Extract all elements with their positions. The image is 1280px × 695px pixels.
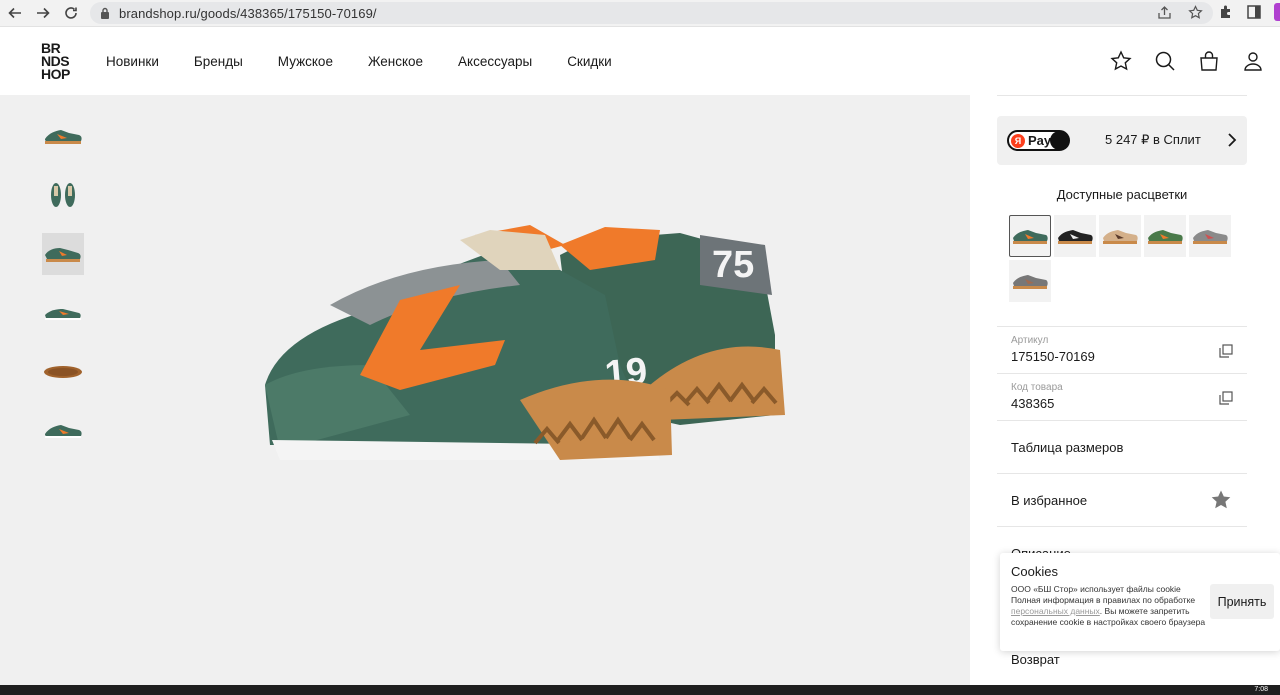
nav-men[interactable]: Мужское [278, 54, 333, 69]
brandshop-logo[interactable]: BR NDS HOP [41, 41, 70, 82]
yandex-icon: Я [1011, 133, 1025, 148]
thumbnail-side-3[interactable] [42, 410, 84, 452]
sneaker-side-icon [45, 309, 81, 320]
sneaker-grey-icon [1193, 230, 1228, 244]
sneaker-green-orange-icon [1148, 230, 1183, 244]
sneaker-beige-icon [1103, 230, 1138, 244]
color-swatch[interactable] [1054, 215, 1096, 257]
sneaker-thumbnail-icon [45, 130, 82, 144]
chevron-right-icon [1228, 133, 1237, 147]
thumbnail-top[interactable] [42, 174, 84, 216]
url-text: brandshop.ru/goods/438365/175150-70169/ [119, 5, 377, 21]
color-swatch[interactable] [1189, 215, 1231, 257]
side-panel-icon[interactable] [1246, 4, 1262, 20]
nav-accessories[interactable]: Аксессуары [458, 54, 532, 69]
color-swatch[interactable] [1099, 215, 1141, 257]
product-main-image[interactable]: 75 19 [260, 215, 800, 465]
sneaker-grey-brown-icon [1013, 275, 1048, 289]
search-icon[interactable] [1154, 50, 1176, 72]
logo-line: HOP [41, 66, 70, 82]
cookie-message: ООО «БШ Стор» использует файлы cookie По… [1011, 584, 1206, 628]
color-swatch-list [1009, 215, 1239, 302]
divider [997, 373, 1247, 374]
product-gallery: 75 19 [0, 95, 970, 685]
arrow-right-icon [37, 7, 50, 19]
taskbar-clock: 7:08 [1254, 686, 1268, 693]
divider [997, 95, 1247, 96]
article-label: Артикул [1011, 335, 1049, 346]
bookmark-star-icon[interactable] [1188, 5, 1203, 20]
sneaker-black-icon [1058, 230, 1093, 244]
copy-icon[interactable] [1219, 391, 1233, 405]
color-swatch[interactable] [1009, 215, 1051, 257]
cart-bag-icon[interactable] [1198, 50, 1220, 72]
extensions-icon[interactable] [1218, 4, 1234, 20]
color-swatch[interactable] [1144, 215, 1186, 257]
nav-brands[interactable]: Бренды [194, 54, 243, 69]
color-swatch[interactable] [1009, 260, 1051, 302]
svg-text:75: 75 [712, 244, 754, 286]
divider [997, 420, 1247, 421]
sneaker-back-icon [45, 248, 81, 262]
profile-avatar[interactable] [1274, 3, 1280, 21]
nav-new[interactable]: Новинки [106, 54, 159, 69]
split-payment-banner[interactable]: Я Pay 5 247 ₽ в Сплит [997, 116, 1247, 165]
product-code-value: 438365 [1011, 396, 1055, 411]
add-to-favorites-link[interactable]: В избранное [1011, 493, 1087, 508]
product-code-label: Код товара [1011, 382, 1063, 393]
sneaker-sole-icon [44, 366, 82, 378]
cookie-title: Cookies [1011, 564, 1058, 579]
thumbnail-side-2[interactable] [42, 292, 84, 334]
sneaker-side-icon [45, 425, 82, 438]
nav-women[interactable]: Женское [368, 54, 423, 69]
personal-data-link[interactable]: персональных данных [1011, 606, 1100, 616]
main-nav: Новинки Бренды Мужское Женское Аксессуар… [106, 54, 647, 69]
arrow-left-icon [8, 7, 21, 19]
os-taskbar: 7:08 [0, 685, 1280, 695]
share-icon[interactable] [1157, 5, 1172, 20]
address-bar[interactable]: brandshop.ru/goods/438365/175150-70169/ [90, 2, 1213, 24]
accept-cookies-button[interactable]: Принять [1210, 584, 1274, 619]
sneaker-green-icon [1013, 230, 1048, 244]
yandex-pay-logo: Я Pay [1007, 130, 1070, 151]
sneaker-pair-top-icon [51, 183, 75, 207]
back-button[interactable] [2, 1, 28, 25]
reload-button[interactable] [58, 1, 84, 25]
split-price-text: 5 247 ₽ в Сплит [1105, 132, 1201, 147]
pay-logo-text: Pay [1028, 133, 1052, 148]
user-account-icon[interactable] [1242, 50, 1264, 72]
size-table-link[interactable]: Таблица размеров [1011, 440, 1123, 455]
reload-icon [65, 7, 77, 19]
thumbnail-back[interactable] [42, 233, 84, 275]
copy-icon[interactable] [1219, 344, 1233, 358]
divider [997, 326, 1247, 327]
return-link[interactable]: Возврат [1011, 652, 1060, 667]
thumbnail-list [42, 115, 84, 469]
article-value: 175150-70169 [1011, 349, 1095, 364]
divider [997, 473, 1247, 474]
thumbnail-sole[interactable] [42, 351, 84, 393]
thumbnail-side[interactable] [42, 115, 84, 157]
cookie-consent-popup: Cookies ООО «БШ Стор» использует файлы c… [1000, 553, 1280, 651]
lock-icon [101, 7, 109, 19]
available-colors-title: Доступные расцветки [1056, 187, 1188, 202]
cookie-text-part: ООО «БШ Стор» использует файлы cookie По… [1011, 584, 1196, 605]
favorites-star-icon[interactable] [1110, 50, 1132, 72]
split-circle-icon [1050, 131, 1069, 150]
site-header: BR NDS HOP Новинки Бренды Мужское Женско… [0, 28, 1280, 95]
forward-button[interactable] [30, 1, 56, 25]
nav-sale[interactable]: Скидки [567, 54, 612, 69]
divider [997, 526, 1247, 527]
star-filled-icon[interactable] [1210, 489, 1232, 511]
browser-toolbar: brandshop.ru/goods/438365/175150-70169/ [0, 0, 1280, 27]
